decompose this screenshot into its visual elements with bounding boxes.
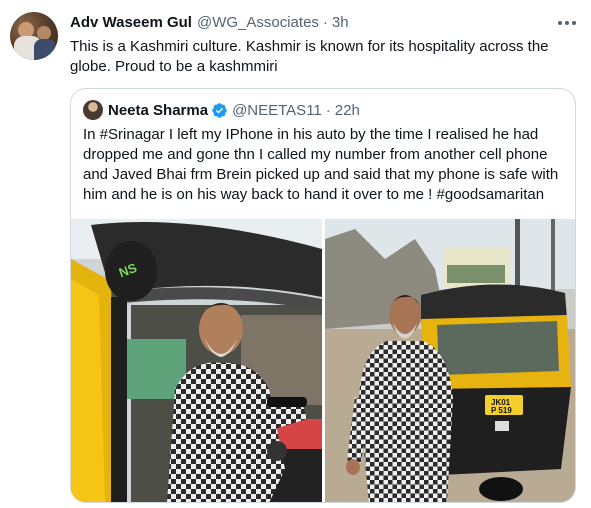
quoted-tweet-text: In #Srinagar I left my IPhone in his aut… (83, 126, 559, 203)
quoted-tweet-timestamp[interactable]: 22h (335, 102, 360, 119)
quoted-author-handle[interactable]: @NEETAS11 (232, 102, 322, 119)
tweet-header: Adv Waseem Gul @WG_Associates · 3h (70, 14, 349, 34)
photo-man-in-auto-rickshaw[interactable]: NS (71, 219, 322, 502)
quoted-author-avatar[interactable] (83, 100, 103, 120)
author-avatar[interactable] (10, 12, 58, 60)
tweet-timestamp[interactable]: 3h (332, 14, 349, 31)
quoted-author-name[interactable]: Neeta Sharma (108, 102, 208, 119)
quoted-separator-dot: · (325, 101, 331, 119)
author-handle[interactable]: @WG_Associates (197, 14, 319, 31)
more-horizontal-icon (558, 21, 562, 25)
more-options-button[interactable] (555, 12, 579, 34)
quoted-tweet-header: Neeta Sharma @NEETAS11 · 22h (83, 100, 360, 120)
author-name[interactable]: Adv Waseem Gul (70, 14, 192, 31)
photo-man-beside-auto-rickshaw[interactable]: JK01 P 519 (325, 219, 575, 502)
separator-dot: · (322, 14, 328, 31)
tweet-text: This is a Kashmiri culture. Kashmir is k… (70, 38, 549, 75)
verified-badge-icon (212, 102, 227, 118)
tweet[interactable]: Adv Waseem Gul @WG_Associates · 3h This … (0, 0, 591, 508)
number-plate-line2: P 519 (491, 406, 512, 415)
quoted-tweet[interactable]: Neeta Sharma @NEETAS11 · 22h In #Srinaga… (70, 88, 576, 503)
